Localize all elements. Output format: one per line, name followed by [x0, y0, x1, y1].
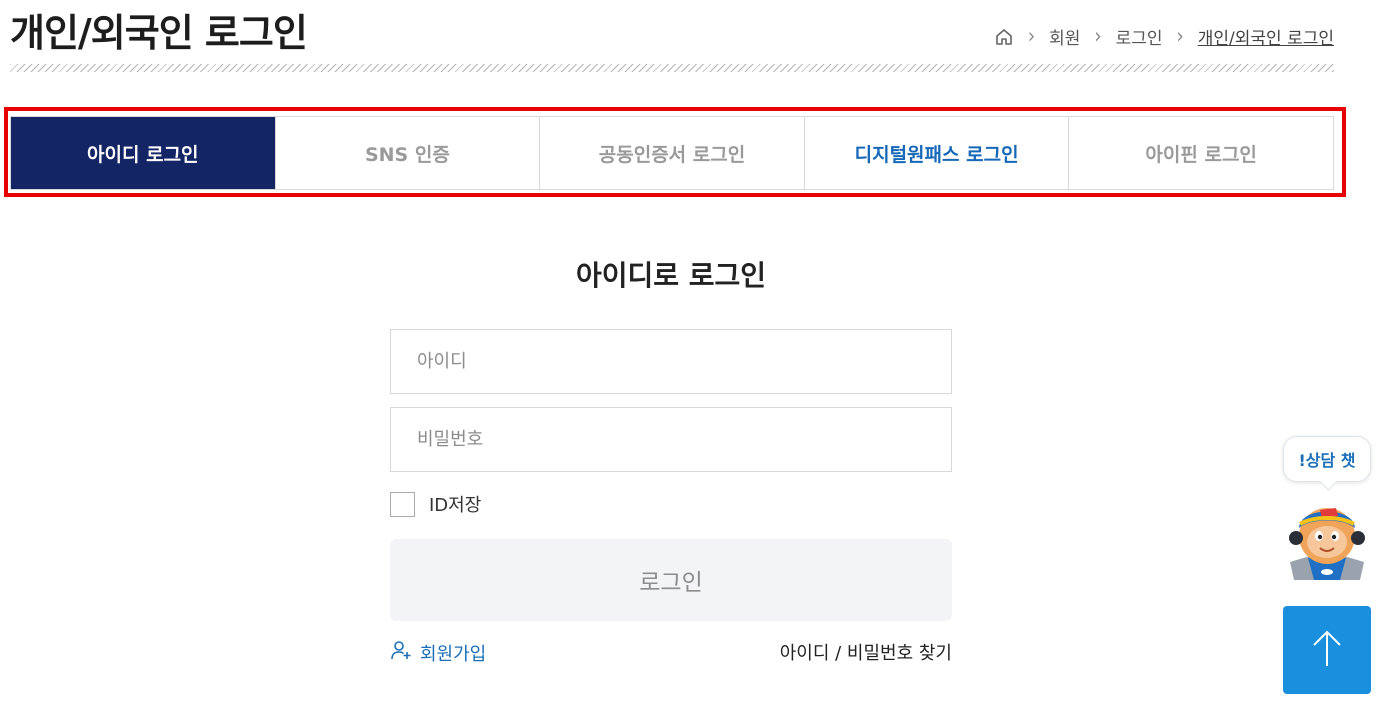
- signup-label: 회원가입: [420, 643, 487, 665]
- title-divider: [10, 64, 1334, 72]
- password-input[interactable]: [390, 407, 952, 472]
- chevron-right-icon: ›: [1176, 23, 1184, 50]
- login-button[interactable]: 로그인: [390, 539, 952, 621]
- tab-ipin-login[interactable]: 아이핀 로그인: [1068, 117, 1333, 189]
- tab-sns-auth[interactable]: SNS 인증: [274, 117, 540, 189]
- breadcrumb-item-member[interactable]: 회원: [1049, 24, 1080, 49]
- signup-link[interactable]: 회원가입: [390, 639, 486, 666]
- id-input[interactable]: [390, 329, 952, 394]
- breadcrumb-item-current[interactable]: 개인/외국인 로그인: [1198, 24, 1334, 49]
- chatbot-bubble[interactable]: !상담 챗: [1283, 436, 1371, 482]
- chevron-right-icon: ›: [1027, 23, 1036, 50]
- tab-id-login[interactable]: 아이디 로그인: [11, 117, 275, 189]
- home-icon[interactable]: [994, 27, 1014, 47]
- tab-digital-onepass-login[interactable]: 디지털원패스 로그인: [803, 117, 1069, 189]
- breadcrumb-item-login[interactable]: 로그인: [1116, 24, 1163, 49]
- scroll-to-top-button[interactable]: [1283, 606, 1371, 694]
- find-id-password-link[interactable]: 아이디 / 비밀번호 찾기: [780, 639, 952, 665]
- login-heading: 아이디로 로그인: [575, 259, 767, 292]
- remember-id-option[interactable]: ID저장: [390, 491, 481, 517]
- chevron-right-icon: ›: [1094, 23, 1102, 50]
- arrow-up-icon: [1310, 628, 1344, 672]
- user-plus-icon: [390, 639, 412, 666]
- remember-id-checkbox[interactable]: [390, 491, 415, 517]
- chatbot-mascot-icon[interactable]: [1280, 498, 1374, 584]
- tab-certificate-login[interactable]: 공동인증서 로그인: [539, 117, 804, 189]
- breadcrumb: › 회원 › 로그인 › 개인/외국인 로그인: [994, 24, 1334, 49]
- page-title: 개인/외국인 로그인: [10, 11, 308, 55]
- login-method-tabs: 아이디 로그인 SNS 인증 공동인증서 로그인 디지털원패스 로그인 아이핀 …: [10, 116, 1334, 190]
- remember-id-label: ID저장: [429, 495, 482, 516]
